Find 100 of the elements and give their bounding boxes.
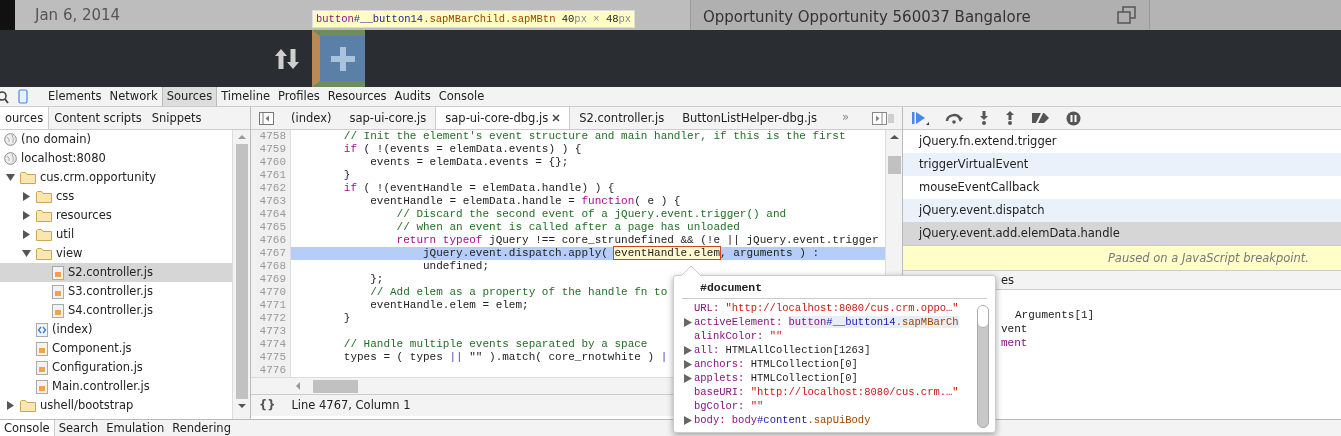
line-number: 4765 [258,221,286,234]
expand-arrow-icon[interactable] [21,192,31,201]
tree-item[interactable]: cus.crm.opportunity [40,168,156,187]
scrollbar[interactable] [977,305,989,428]
property-line[interactable]: anchors: HTMLCollection[0] [694,357,858,372]
property-line[interactable]: applets: HTMLCollection[0] [694,371,858,386]
panel-tab[interactable]: Console [434,87,489,106]
line-number: 4773 [258,325,286,338]
scrollbar-thumb[interactable] [235,144,248,399]
navigator-tab[interactable]: ources [0,107,50,129]
drawer-tab[interactable]: Rendering [168,420,235,436]
step-over-icon[interactable] [945,112,963,124]
expand-arrow-icon[interactable] [21,230,31,239]
toggle-debugger-icon[interactable] [872,111,894,125]
code-line: eventHandle.elem = elem; [369,299,529,311]
panel-tab[interactable]: Sources [161,87,218,106]
ruler [0,0,15,30]
tree-item[interactable]: ushell/bootstrap [40,396,134,415]
expand-arrow-icon[interactable] [684,415,692,425]
drawer-tab[interactable]: Console [0,420,55,436]
collapse-arrow-icon[interactable] [21,249,31,258]
scope-header[interactable]: es [1001,273,1015,287]
call-frame[interactable]: mouseEventCallback [903,176,1341,199]
panel-tab[interactable]: Audits [390,87,435,106]
close-icon[interactable] [552,114,561,122]
scope-line: vent [1001,322,1029,336]
property-line[interactable]: alinkColor: "" [694,329,783,344]
toggle-sidebar-icon[interactable] [259,111,274,125]
paused-banner: Paused on a JavaScript breakpoint. [903,245,1341,271]
call-frame[interactable]: triggerVirtualEvent [903,153,1341,176]
code-line: types = ( types || "" ).match( core_rnotwhite ) | [342,351,668,363]
property-line[interactable]: body: body#content.sapUiBody [694,413,871,428]
panel-tab[interactable]: Elements [44,87,106,106]
scrollbar-thumb[interactable] [978,306,988,329]
deactivate-breakpoints-icon[interactable] [1031,111,1050,125]
call-frame[interactable]: jQuery.fn.extend.trigger [903,130,1341,153]
property-line[interactable]: all: HTMLAllCollection[1263] [694,343,871,358]
tree-item[interactable]: Configuration.js [52,358,143,377]
property-line[interactable]: activeElement: button#__button14.sapMBarCh [694,315,959,330]
file-tab[interactable]: sap-ui-core-dbg.js [435,107,571,129]
tree-item[interactable]: view [56,244,83,263]
line-number: 4770 [258,286,286,299]
line-number: 4763 [258,195,286,208]
scrollbar-thumb[interactable] [887,156,901,174]
panel-tab[interactable]: Profiles [274,87,324,106]
popover-title: #document [682,276,987,300]
step-into-icon[interactable] [979,111,989,125]
pretty-print-button[interactable]: {} [259,395,276,416]
drawer-tab[interactable]: Search [54,420,103,436]
step-out-icon[interactable] [1005,111,1015,125]
tree-item[interactable]: localhost:8080 [21,149,106,168]
folder-icon [20,171,36,184]
panel-tab[interactable]: Network [105,87,162,106]
drawer-tab[interactable]: Emulation [102,420,169,436]
line-number: 4774 [258,338,286,351]
property-line[interactable]: bgColor: "" [694,399,764,414]
search-icon[interactable] [0,89,10,104]
tree-item[interactable]: Main.controller.js [52,377,150,396]
line-number: 4769 [258,273,286,286]
tree-item[interactable]: (no domain) [21,130,92,149]
call-frame[interactable]: jQuery.event.dispatch [903,199,1341,222]
tree-item[interactable]: resources [56,206,112,225]
code-line: }; [369,273,384,285]
file-tab[interactable]: ButtonListHelper-dbg.js [673,107,826,129]
property-line[interactable]: URL: "http://localhost:8080/cus.crm.oppo…" [694,301,959,316]
code-line: events = elemData.events = {}; [369,156,569,168]
resume-icon[interactable] [911,111,929,125]
file-tab[interactable]: sap-ui-core.js [340,107,436,129]
expand-arrow-icon[interactable] [684,317,692,327]
line-number: 4764 [258,208,286,221]
navigator-tab[interactable]: Snippets [146,107,207,129]
line-number: 4761 [258,169,286,182]
panel-tab[interactable]: Timeline [217,87,275,106]
tree-item[interactable]: S4.controller.js [68,301,153,320]
expand-arrow-icon[interactable] [5,401,15,410]
collapse-arrow-icon[interactable] [5,173,15,182]
device-icon[interactable] [18,89,28,104]
expand-arrow-icon[interactable] [21,211,31,220]
location-text: Opportunity Opportunity 560037 Bangalore [703,7,1031,28]
call-frame[interactable]: jQuery.event.add.elemData.handle [903,222,1341,245]
sort-icon[interactable] [275,47,300,70]
copy-icon[interactable] [1117,6,1137,24]
code-line: // Handle multiple events separated by a space [342,338,648,350]
tree-item[interactable]: Component.js [52,339,132,358]
file-tab[interactable]: (index) [282,107,341,129]
tree-item[interactable]: util [56,225,75,244]
file-tab[interactable]: S2.controller.js [570,107,674,129]
pause-icon[interactable] [1066,110,1081,126]
code-line: } [342,312,351,324]
navigator-tab[interactable]: Content scripts [49,107,147,129]
scrollbar-thumb[interactable] [313,379,358,393]
script-file-icon [36,379,48,394]
panel-tab[interactable]: Resources [323,87,391,106]
tree-item[interactable]: S3.controller.js [68,282,153,301]
script-file-icon [52,303,64,318]
folder-icon [36,228,52,241]
tree-item[interactable]: (index) [52,320,93,339]
property-line[interactable]: baseURI: "http://localhost:8080/cus.crm.…" [694,385,959,400]
tree-item[interactable]: css [56,187,75,206]
code-line: } [342,169,351,181]
